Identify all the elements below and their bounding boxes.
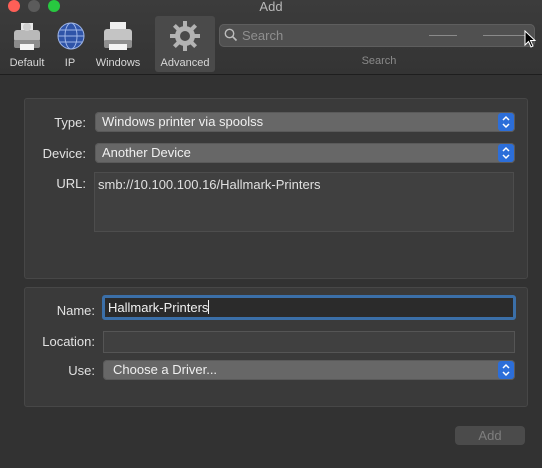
search-divider [429, 35, 457, 36]
default-printer-icon [14, 23, 40, 50]
chevron-up-down-icon [498, 144, 514, 162]
search-icon [224, 28, 238, 42]
toolbar-item-advanced[interactable]: Advanced [155, 16, 215, 72]
text-caret [208, 300, 210, 314]
chevron-up-down-icon [498, 113, 514, 131]
gear-icon [170, 21, 200, 51]
device-popup[interactable]: Another Device [95, 143, 515, 163]
search-field[interactable] [219, 24, 535, 47]
toolbar-label-windows: Windows [95, 57, 141, 69]
search-caption: Search [361, 55, 397, 67]
url-label: URL: [56, 176, 86, 191]
title-bar: Add Default IP Windows Advanced Search S… [0, 0, 542, 75]
type-popup[interactable]: Windows printer via spoolss [95, 112, 515, 132]
toolbar-item-ip[interactable]: IP [55, 18, 85, 70]
location-label: Location: [42, 334, 95, 349]
name-label: Name: [56, 303, 95, 318]
windows-printer-icon [104, 22, 132, 50]
toolbar-label-advanced: Advanced [160, 57, 210, 69]
toolbar-item-default[interactable]: Default [5, 18, 49, 70]
name-value: Hallmark-Printers [108, 300, 210, 315]
type-popup-value: Windows printer via spoolss [102, 114, 264, 129]
window-title: Add [259, 0, 283, 14]
type-label: Type: [54, 115, 86, 130]
toolbar-label-ip: IP [64, 57, 76, 69]
driver-popup[interactable]: Choose a Driver... [103, 360, 515, 380]
device-popup-value: Another Device [102, 145, 191, 160]
location-field[interactable] [103, 331, 515, 353]
url-field[interactable]: smb://10.100.100.16/Hallmark-Printers [94, 172, 514, 232]
search-input[interactable] [242, 27, 432, 44]
globe-icon [57, 22, 85, 50]
chevron-up-down-icon [498, 361, 514, 379]
name-field[interactable]: Hallmark-Printers [102, 295, 516, 320]
search-divider [483, 35, 527, 36]
mouse-pointer-icon [524, 30, 537, 48]
add-button[interactable]: Add [455, 426, 525, 445]
toolbar-label-default: Default [9, 57, 45, 69]
toolbar-item-windows[interactable]: Windows [92, 18, 144, 70]
device-label: Device: [42, 146, 86, 161]
use-label: Use: [68, 363, 95, 378]
name-text: Hallmark-Printers [108, 300, 209, 315]
driver-popup-value: Choose a Driver... [113, 362, 218, 377]
url-value: smb://10.100.100.16/Hallmark-Printers [98, 177, 321, 192]
